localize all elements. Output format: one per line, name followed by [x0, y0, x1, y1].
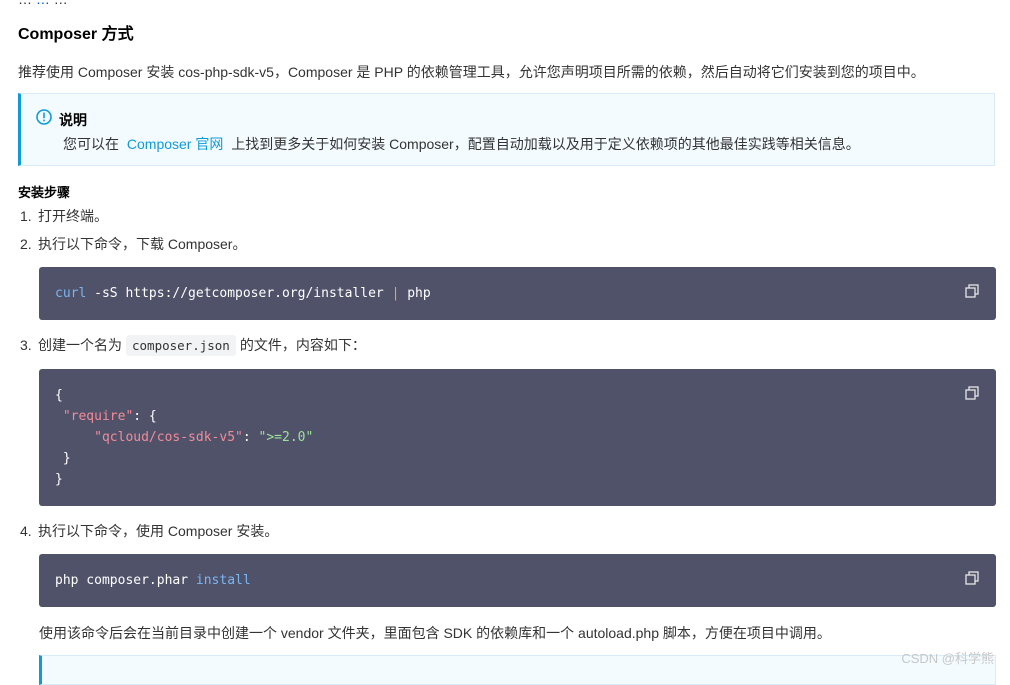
step-text: 打开终端。 — [38, 208, 108, 224]
code-tail: php — [399, 286, 431, 301]
section-title: Composer 方式 — [18, 26, 134, 43]
intro-paragraph: 推荐使用 Composer 安装 cos-php-sdk-v5，Composer… — [18, 64, 925, 80]
step-3: 3. 创建一个名为 composer.json 的文件，内容如下： — [20, 335, 366, 356]
code-brace: { — [55, 388, 63, 403]
code-args: -sS https://getcomposer.org/installer — [86, 286, 392, 301]
copy-icon[interactable] — [965, 386, 979, 400]
code-text: { "require": { "qcloud/cos-sdk-v5": ">=2… — [55, 385, 313, 490]
code-punct: : — [242, 430, 259, 445]
code-command: curl — [55, 286, 87, 301]
code-block-composer-json: { "require": { "qcloud/cos-sdk-v5": ">=2… — [39, 369, 996, 506]
step-text-after: 的文件，内容如下： — [239, 337, 366, 353]
code-block-install: php composer.phar install — [39, 554, 996, 607]
code-brace: } — [55, 472, 63, 487]
cut-off-link[interactable]: … — [36, 0, 50, 7]
cut-off-text-suffix: … — [54, 0, 68, 7]
step-text: 创建一个名为 — [38, 337, 122, 353]
info-icon — [36, 109, 52, 125]
code-punct: : { — [133, 409, 157, 424]
step-number: 1. — [20, 208, 32, 224]
step-number: 2. — [20, 236, 32, 252]
code-text: php composer.phar install — [55, 570, 251, 591]
watermark: CSDN @科学熊 — [901, 651, 994, 666]
note-text-after: 上找到更多关于如何安装 Composer，配置自动加载以及用于定义依赖项的其他最… — [231, 136, 860, 152]
code-string: ">=2.0" — [258, 430, 314, 445]
note-box: 说明 您可以在 Composer 官网 上找到更多关于如何安装 Composer… — [18, 93, 995, 166]
after-install-paragraph: 使用该命令后会在当前目录中创建一个 vendor 文件夹，里面包含 SDK 的依… — [39, 625, 831, 641]
copy-icon[interactable] — [965, 284, 979, 298]
step-text: 执行以下命令，使用 Composer 安装。 — [38, 523, 279, 539]
step-number: 3. — [20, 337, 32, 353]
code-text: curl -sS https://getcomposer.org/install… — [55, 283, 431, 304]
copy-icon[interactable] — [965, 571, 979, 585]
step-4: 4. 执行以下命令，使用 Composer 安装。 — [20, 521, 278, 541]
note-title: 说明 — [59, 112, 87, 128]
code-block-download: curl -sS https://getcomposer.org/install… — [39, 267, 996, 320]
code-brace: } — [62, 451, 71, 466]
step-text: 执行以下命令，下载 Composer。 — [38, 236, 247, 252]
cut-off-text: … — [18, 0, 32, 7]
note-text: 您可以在 Composer 官网 上找到更多关于如何安装 Composer，配置… — [63, 134, 860, 154]
step-2: 2. 执行以下命令，下载 Composer。 — [20, 234, 246, 254]
step-number: 4. — [20, 523, 32, 539]
note-text-before: 您可以在 — [63, 136, 119, 152]
inline-code-filename: composer.json — [126, 335, 236, 356]
note-box-partial — [39, 655, 996, 685]
composer-website-link[interactable]: Composer 官网 — [127, 136, 223, 152]
step-1: 1. 打开终端。 — [20, 206, 108, 226]
steps-title: 安装步骤 — [18, 185, 71, 200]
code-arg: install — [195, 573, 251, 588]
code-command: php composer.phar — [55, 573, 196, 588]
code-key: "qcloud/cos-sdk-v5" — [94, 430, 243, 445]
code-key: "require" — [62, 409, 134, 424]
cut-off-text-line: … … … — [18, 0, 68, 7]
